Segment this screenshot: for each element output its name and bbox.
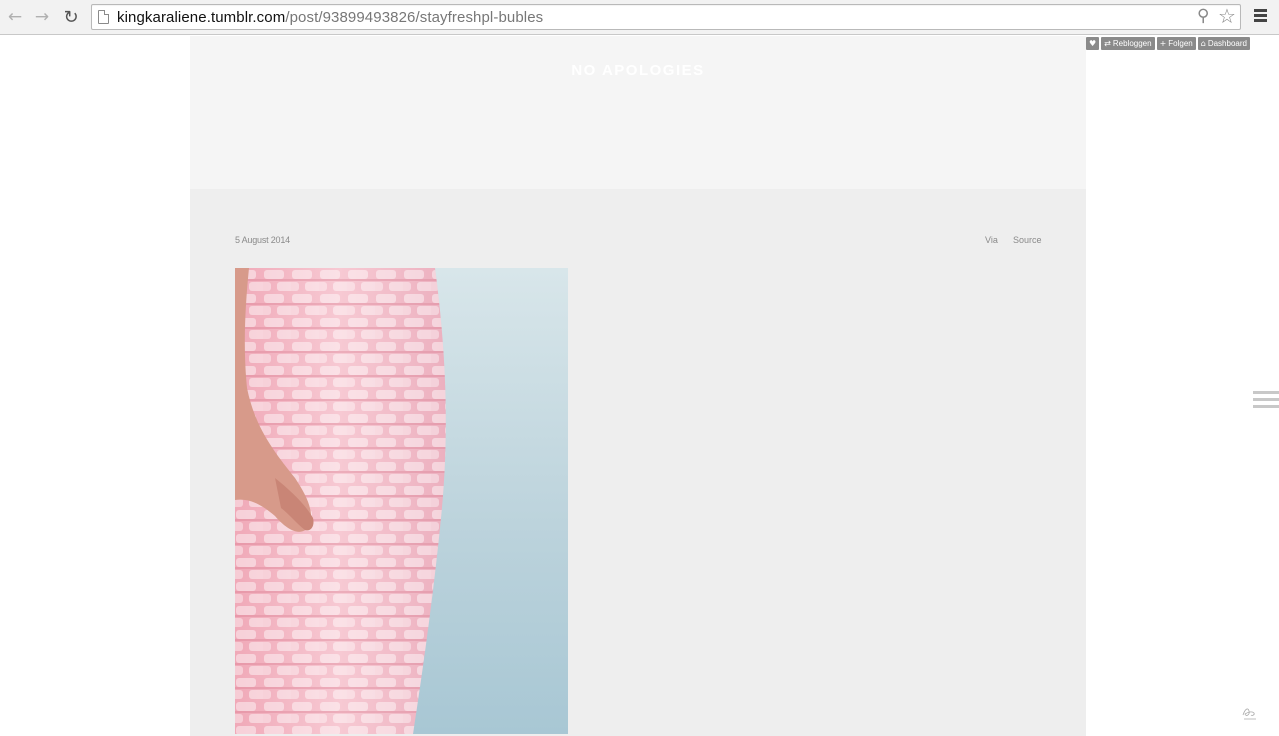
dashboard-label: Dashboard [1207,39,1247,48]
post-container: 5 August 2014 Via Source [190,189,1086,736]
star-icon[interactable]: ☆ [1218,4,1236,28]
heart-icon: ♥ [1089,39,1097,48]
home-icon: ⌂ [1200,39,1206,48]
url-path: /post/93899493826/stayfreshpl-bubles [285,9,544,26]
post-date[interactable]: 5 August 2014 [235,235,290,245]
page-viewport: NO APOLOGIES 5 August 2014 Via Source [0,36,1279,736]
url-host: kingkaraliene.tumblr.com [117,9,286,26]
plus-icon: + [1159,39,1167,48]
follow-button[interactable]: + Folgen [1156,37,1196,50]
reblog-icon: ⇄ [1104,39,1111,48]
blog-header: NO APOLOGIES [190,36,1086,189]
reload-button[interactable]: ↻ [60,6,82,28]
side-menu-button[interactable] [1253,391,1279,411]
url-text[interactable]: kingkaraliene.tumblr.com/post/9389949382… [117,9,543,26]
address-bar[interactable]: kingkaraliene.tumblr.com/post/9389949382… [91,4,1241,30]
magnifier-icon[interactable]: ⚲ [1197,6,1209,26]
via-link[interactable]: Via [985,235,998,245]
photo-illustration [235,268,446,734]
hamburger-icon [1253,391,1279,408]
reload-icon: ↻ [63,6,79,28]
post-photo[interactable] [235,268,568,734]
tumblr-controls: ♥ ⇄ Rebloggen + Folgen ⌂ Dashboard [1086,37,1250,50]
browser-toolbar: ← → ↻ kingkaraliene.tumblr.com/post/9389… [0,0,1279,35]
source-link[interactable]: Source [1013,235,1042,245]
hamburger-icon [1254,9,1267,22]
reblog-button[interactable]: ⇄ Rebloggen [1101,37,1155,50]
like-button[interactable]: ♥ [1086,37,1100,50]
forward-button[interactable]: → [31,6,53,28]
back-button[interactable]: ← [4,6,26,28]
dashboard-button[interactable]: ⌂ Dashboard [1197,37,1250,50]
signature-mark [1242,708,1256,720]
blog-title[interactable]: NO APOLOGIES [190,62,1086,79]
arrow-right-icon: → [34,7,50,27]
arrow-left-icon: ← [7,7,23,27]
reblog-label: Rebloggen [1112,39,1152,48]
browser-menu-button[interactable] [1254,9,1267,23]
follow-label: Folgen [1168,39,1193,48]
page-icon [98,10,109,24]
